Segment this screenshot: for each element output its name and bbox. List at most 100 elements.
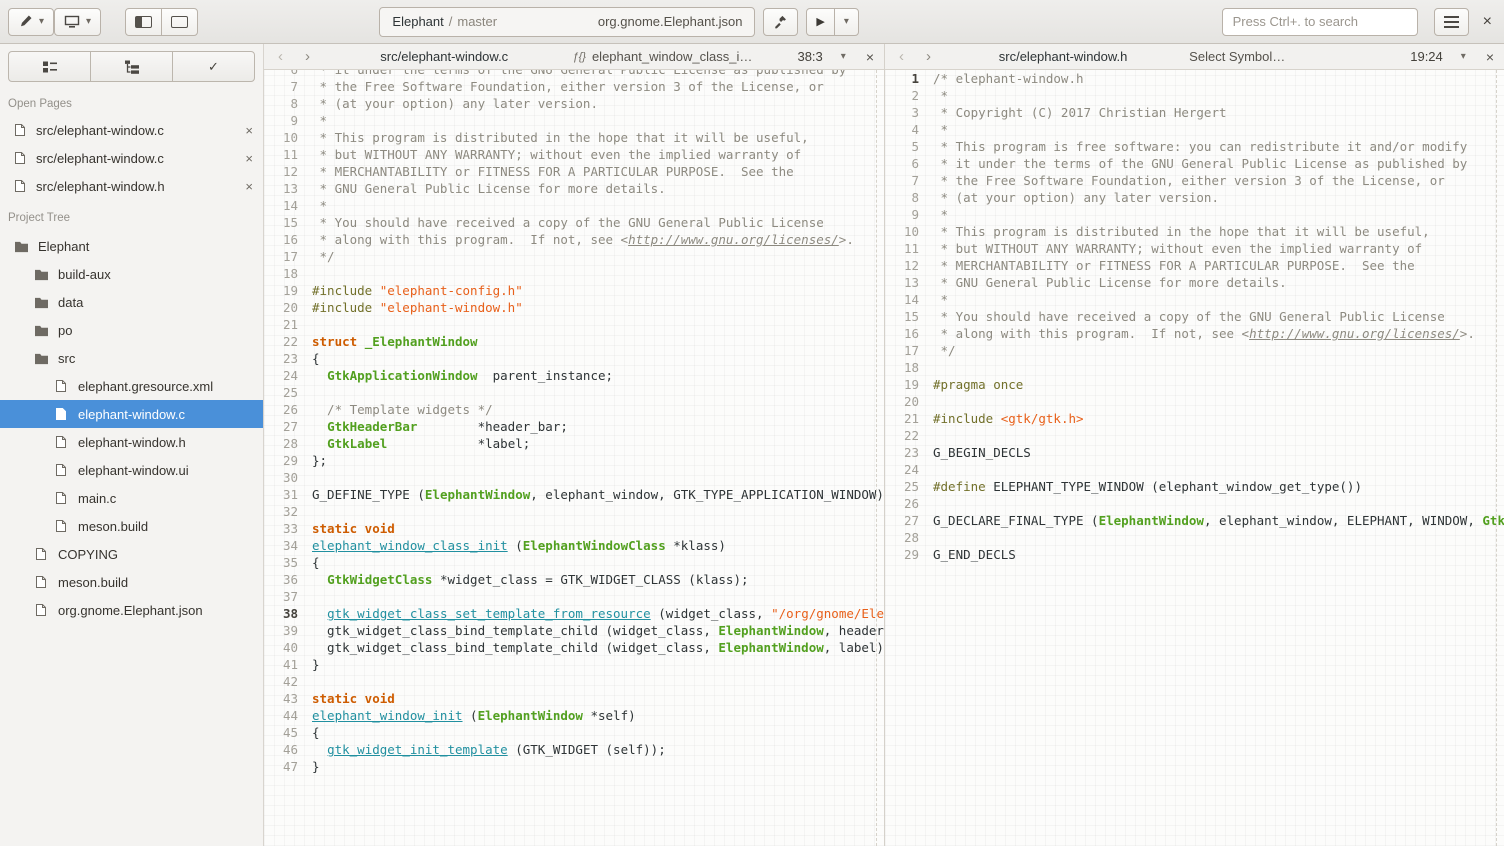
omnibar[interactable]: Elephant / master org.gnome.Elephant.jso… <box>379 7 755 37</box>
code-line[interactable]: 40 gtk_widget_class_bind_template_child … <box>264 639 884 656</box>
code-line[interactable]: 22struct _ElephantWindow <box>264 333 884 350</box>
code-line[interactable]: 18 <box>885 359 1504 376</box>
code-line[interactable]: 12 * MERCHANTABILITY or FITNESS FOR A PA… <box>885 257 1504 274</box>
code-line[interactable]: 32 <box>264 503 884 520</box>
tree-item-elephant.gresource.xml[interactable]: elephant.gresource.xml <box>0 372 263 400</box>
open-page-item[interactable]: src/elephant-window.h× <box>0 172 263 200</box>
code-line[interactable]: 19#include "elephant-config.h" <box>264 282 884 299</box>
toggle-right-panel-button[interactable] <box>161 8 198 36</box>
code-line[interactable]: 33static void <box>264 520 884 537</box>
tree-item-elephant-window.h[interactable]: elephant-window.h <box>0 428 263 456</box>
code-line[interactable]: 28 GtkLabel *label; <box>264 435 884 452</box>
open-page-item[interactable]: src/elephant-window.c× <box>0 144 263 172</box>
code-line[interactable]: 9 * <box>885 206 1504 223</box>
code-line[interactable]: 6 * it under the terms of the GNU Genera… <box>885 155 1504 172</box>
code-line[interactable]: 23{ <box>264 350 884 367</box>
code-line[interactable]: 38 gtk_widget_class_set_template_from_re… <box>264 605 884 622</box>
tab-options-caret-icon[interactable]: ▾ <box>833 51 854 62</box>
tree-item-meson.build[interactable]: meson.build <box>0 568 263 596</box>
code-line[interactable]: 14 * <box>885 291 1504 308</box>
code-line[interactable]: 7 * the Free Software Foundation, either… <box>885 172 1504 189</box>
code-line[interactable]: 10 * This program is distributed in the … <box>264 129 884 146</box>
code-line[interactable]: 15 * You should have received a copy of … <box>264 214 884 231</box>
open-page-item[interactable]: src/elephant-window.c× <box>0 116 263 144</box>
run-button[interactable]: ▶ <box>806 8 834 36</box>
sidebar-tab-pages[interactable] <box>8 51 91 82</box>
nav-back-icon[interactable]: ‹ <box>272 48 289 65</box>
edit-perspective-button[interactable]: ▾ <box>8 8 54 36</box>
code-line[interactable]: 19#pragma once <box>885 376 1504 393</box>
device-selector-button[interactable]: ▾ <box>54 8 101 36</box>
code-line[interactable]: 36 GtkWidgetClass *widget_class = GTK_WI… <box>264 571 884 588</box>
code-line[interactable]: 1/* elephant-window.h <box>885 70 1504 87</box>
code-line[interactable]: 22 <box>885 427 1504 444</box>
nav-forward-icon[interactable]: › <box>920 48 937 65</box>
code-line[interactable]: 8 * (at your option) any later version. <box>264 95 884 112</box>
code-line[interactable]: 26 <box>885 495 1504 512</box>
code-line[interactable]: 43static void <box>264 690 884 707</box>
code-line[interactable]: 7 * the Free Software Foundation, either… <box>264 78 884 95</box>
code-line[interactable]: 47} <box>264 758 884 775</box>
close-page-icon[interactable]: × <box>245 151 253 166</box>
code-line[interactable]: 8 * (at your option) any later version. <box>885 189 1504 206</box>
nav-forward-icon[interactable]: › <box>299 48 316 65</box>
code-line[interactable]: 25 <box>264 384 884 401</box>
tree-item-org.gnome.elephant.json[interactable]: org.gnome.Elephant.json <box>0 596 263 624</box>
tree-item-po[interactable]: po <box>0 316 263 344</box>
code-line[interactable]: 12 * MERCHANTABILITY or FITNESS FOR A PA… <box>264 163 884 180</box>
code-line[interactable]: 35{ <box>264 554 884 571</box>
code-line[interactable]: 29G_END_DECLS <box>885 546 1504 563</box>
code-line[interactable]: 5 * This program is free software: you c… <box>885 138 1504 155</box>
code-line[interactable]: 17 */ <box>264 248 884 265</box>
tree-item-src[interactable]: src <box>0 344 263 372</box>
code-line[interactable]: 13 * GNU General Public License for more… <box>264 180 884 197</box>
code-line[interactable]: 34elephant_window_class_init (ElephantWi… <box>264 537 884 554</box>
code-line[interactable]: 30 <box>264 469 884 486</box>
code-line[interactable]: 2 * <box>885 87 1504 104</box>
code-line[interactable]: 27G_DECLARE_FINAL_TYPE (ElephantWindow, … <box>885 512 1504 529</box>
code-line[interactable]: 44elephant_window_init (ElephantWindow *… <box>264 707 884 724</box>
tree-item-copying[interactable]: COPYING <box>0 540 263 568</box>
code-line[interactable]: 20 <box>885 393 1504 410</box>
symbol-selector[interactable]: Select Symbol… <box>1189 49 1400 64</box>
tree-item-elephant-window.ui[interactable]: elephant-window.ui <box>0 456 263 484</box>
tab-close-icon[interactable]: × <box>864 49 876 65</box>
tree-item-build-aux[interactable]: build-aux <box>0 260 263 288</box>
code-line[interactable]: 46 gtk_widget_init_template (GTK_WIDGET … <box>264 741 884 758</box>
code-line[interactable]: 37 <box>264 588 884 605</box>
code-line[interactable]: 20#include "elephant-window.h" <box>264 299 884 316</box>
code-line[interactable]: 3 * Copyright (C) 2017 Christian Hergert <box>885 104 1504 121</box>
code-line[interactable]: 11 * but WITHOUT ANY WARRANTY; without e… <box>885 240 1504 257</box>
code-line[interactable]: 27 GtkHeaderBar *header_bar; <box>264 418 884 435</box>
build-button[interactable] <box>763 8 798 36</box>
code-line[interactable]: 4 * <box>885 121 1504 138</box>
toggle-left-panel-button[interactable] <box>125 8 162 36</box>
code-line[interactable]: 24 <box>885 461 1504 478</box>
tree-item-data[interactable]: data <box>0 288 263 316</box>
code-line[interactable]: 21 <box>264 316 884 333</box>
code-line[interactable]: 31G_DEFINE_TYPE (ElephantWindow, elephan… <box>264 486 884 503</box>
code-line[interactable]: 26 /* Template widgets */ <box>264 401 884 418</box>
code-line[interactable]: 29}; <box>264 452 884 469</box>
code-line[interactable]: 28 <box>885 529 1504 546</box>
sidebar-tab-tree[interactable] <box>90 51 173 82</box>
code-line[interactable]: 13 * GNU General Public License for more… <box>885 274 1504 291</box>
code-line[interactable]: 41} <box>264 656 884 673</box>
window-close-button[interactable]: × <box>1483 13 1492 31</box>
close-page-icon[interactable]: × <box>245 179 253 194</box>
code-line[interactable]: 21#include <gtk/gtk.h> <box>885 410 1504 427</box>
close-page-icon[interactable]: × <box>245 123 253 138</box>
tree-item-meson.build[interactable]: meson.build <box>0 512 263 540</box>
tree-item-elephant[interactable]: Elephant <box>0 232 263 260</box>
code-line[interactable]: 17 */ <box>885 342 1504 359</box>
tab-close-icon[interactable]: × <box>1484 49 1496 65</box>
code-line[interactable]: 24 GtkApplicationWindow parent_instance; <box>264 367 884 384</box>
sidebar-tab-build-status[interactable]: ✓ <box>172 51 255 82</box>
code-line[interactable]: 9 * <box>264 112 884 129</box>
symbol-selector[interactable]: ƒ{} elephant_window_class_i… <box>572 49 787 64</box>
code-line[interactable]: 10 * This program is distributed in the … <box>885 223 1504 240</box>
nav-back-icon[interactable]: ‹ <box>893 48 910 65</box>
code-line[interactable]: 11 * but WITHOUT ANY WARRANTY; without e… <box>264 146 884 163</box>
run-options-button[interactable]: ▾ <box>834 8 859 36</box>
code-line[interactable]: 23G_BEGIN_DECLS <box>885 444 1504 461</box>
